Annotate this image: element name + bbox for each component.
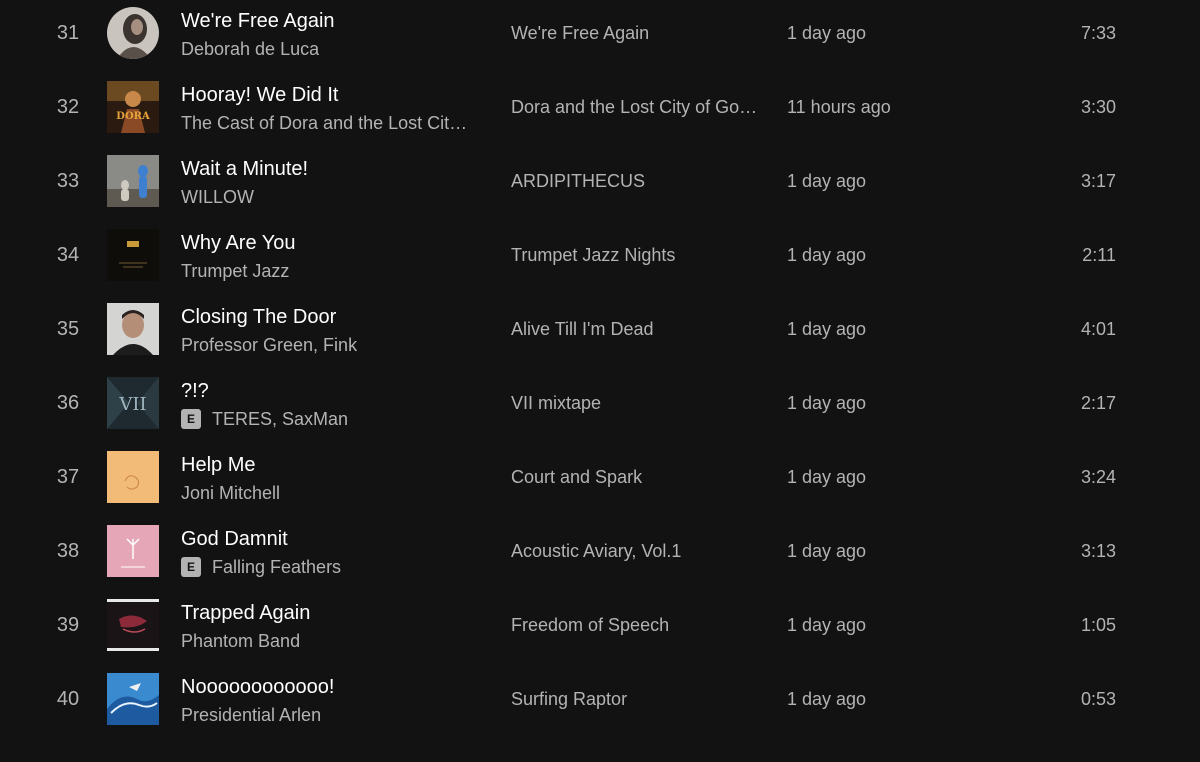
track-artist-line: WILLOW	[181, 186, 254, 208]
album-art[interactable]	[107, 229, 159, 281]
album-art[interactable]: VII	[107, 377, 159, 429]
track-artist[interactable]: Trumpet Jazz	[181, 261, 289, 282]
track-date-added: 1 day ago	[787, 393, 867, 413]
track-artist-line: The Cast of Dora and the Lost Cit…	[181, 112, 467, 134]
track-album[interactable]: Court and Spark	[511, 444, 642, 510]
track-title[interactable]: Trapped Again	[181, 602, 310, 625]
track-album[interactable]: Acoustic Aviary, Vol.1	[511, 518, 681, 584]
track-title[interactable]: God Damnit	[181, 528, 288, 551]
track-artist-line: E Falling Feathers	[181, 556, 341, 578]
track-duration: 3:13	[1080, 541, 1116, 561]
track-date-added: 1 day ago	[787, 23, 867, 43]
track-album[interactable]: Surfing Raptor	[511, 666, 627, 732]
track-album[interactable]: Dora and the Lost City of Go…	[511, 74, 757, 140]
track-row[interactable]: 35 Closing The Door Professor Green, Fin…	[0, 296, 1200, 370]
explicit-badge: E	[181, 557, 201, 577]
track-duration: 3:17	[1080, 171, 1116, 191]
track-row[interactable]: 32 DORA Hooray! We Did It The Cast of Do…	[0, 74, 1200, 148]
track-title[interactable]: We're Free Again	[181, 10, 335, 33]
track-row[interactable]: 40 Noooooooooooo! Presidential Arlen Sur…	[0, 666, 1200, 740]
album-art[interactable]	[107, 303, 159, 355]
track-artist[interactable]: Presidential Arlen	[181, 705, 321, 726]
track-title[interactable]: Closing The Door	[181, 306, 336, 329]
track-title[interactable]: Wait a Minute!	[181, 158, 308, 181]
album-art[interactable]	[107, 599, 159, 651]
track-number: 34	[56, 244, 80, 266]
track-title[interactable]: Noooooooooooo!	[181, 676, 334, 699]
album-art-text: DORA	[116, 111, 150, 122]
track-number: 33	[56, 170, 80, 192]
track-row[interactable]: 33 Wait a Minute! WILLOW ARDIPITHECUS 1 …	[0, 148, 1200, 222]
track-row[interactable]: 39 Trapped Again Phantom Band Freedom of…	[0, 592, 1200, 666]
track-title[interactable]: Hooray! We Did It	[181, 84, 338, 107]
track-row[interactable]: 37 Help Me Joni Mitchell Court and Spark…	[0, 444, 1200, 518]
album-art-text: VII	[118, 394, 146, 415]
track-artist[interactable]: Professor Green, Fink	[181, 335, 357, 356]
track-artist-line: Deborah de Luca	[181, 38, 319, 60]
album-art[interactable]	[107, 525, 159, 577]
track-artist-line: Phantom Band	[181, 630, 300, 652]
track-number: 32	[56, 96, 80, 118]
track-date-added: 1 day ago	[787, 467, 867, 487]
track-number: 31	[56, 22, 80, 44]
track-album[interactable]: Trumpet Jazz Nights	[511, 222, 675, 288]
track-album[interactable]: Alive Till I'm Dead	[511, 296, 653, 362]
track-duration: 7:33	[1080, 23, 1116, 43]
track-artist-line: Joni Mitchell	[181, 482, 280, 504]
track-artist-line: Presidential Arlen	[181, 704, 321, 726]
track-duration: 3:24	[1080, 467, 1116, 487]
track-album[interactable]: VII mixtape	[511, 370, 601, 436]
track-row[interactable]: 36 VII ?!? E TERES, SaxMan VII mixtape 1…	[0, 370, 1200, 444]
track-artist[interactable]: TERES, SaxMan	[212, 409, 348, 430]
track-artist[interactable]: WILLOW	[181, 187, 254, 208]
track-artist-line: E TERES, SaxMan	[181, 408, 348, 430]
album-art[interactable]	[107, 673, 159, 725]
track-artist-line: Trumpet Jazz	[181, 260, 289, 282]
track-date-added: 1 day ago	[787, 245, 867, 265]
track-artist[interactable]: Phantom Band	[181, 631, 300, 652]
album-art[interactable]	[107, 155, 159, 207]
track-date-added: 1 day ago	[787, 689, 867, 709]
track-album[interactable]: ARDIPITHECUS	[511, 148, 645, 214]
track-album[interactable]: We're Free Again	[511, 0, 649, 66]
track-row[interactable]: 38 God Damnit E Falling Feathers Acousti…	[0, 518, 1200, 592]
track-date-added: 1 day ago	[787, 171, 867, 191]
explicit-badge: E	[181, 409, 201, 429]
track-artist[interactable]: The Cast of Dora and the Lost Cit…	[181, 113, 467, 134]
track-album[interactable]: Freedom of Speech	[511, 592, 669, 658]
album-art[interactable]	[107, 451, 159, 503]
track-duration: 2:17	[1080, 393, 1116, 413]
track-artist[interactable]: Joni Mitchell	[181, 483, 280, 504]
track-date-added: 11 hours ago	[787, 97, 891, 117]
track-date-added: 1 day ago	[787, 319, 867, 339]
track-number: 36	[56, 392, 80, 414]
track-number: 39	[56, 614, 80, 636]
track-title[interactable]: ?!?	[181, 380, 209, 403]
track-title[interactable]: Why Are You	[181, 232, 296, 255]
track-duration: 1:05	[1080, 615, 1116, 635]
track-row[interactable]: 34 Why Are You Trumpet Jazz Trumpet Jazz…	[0, 222, 1200, 296]
track-number: 38	[56, 540, 80, 562]
track-artist-line: Professor Green, Fink	[181, 334, 357, 356]
track-number: 40	[56, 688, 80, 710]
track-row[interactable]: 31 We're Free Again Deborah de Luca We'r…	[0, 0, 1200, 74]
track-duration: 2:11	[1082, 245, 1116, 265]
album-art[interactable]: DORA	[107, 81, 159, 133]
album-art[interactable]	[107, 7, 159, 59]
track-duration: 3:30	[1080, 97, 1116, 117]
track-number: 37	[56, 466, 80, 488]
track-title[interactable]: Help Me	[181, 454, 255, 477]
track-number: 35	[56, 318, 80, 340]
track-duration: 0:53	[1080, 689, 1116, 709]
track-artist[interactable]: Deborah de Luca	[181, 39, 319, 60]
track-duration: 4:01	[1080, 319, 1116, 339]
track-date-added: 1 day ago	[787, 615, 867, 635]
track-date-added: 1 day ago	[787, 541, 867, 561]
track-list: 31 We're Free Again Deborah de Luca We'r…	[0, 0, 1200, 762]
track-artist[interactable]: Falling Feathers	[212, 557, 341, 578]
